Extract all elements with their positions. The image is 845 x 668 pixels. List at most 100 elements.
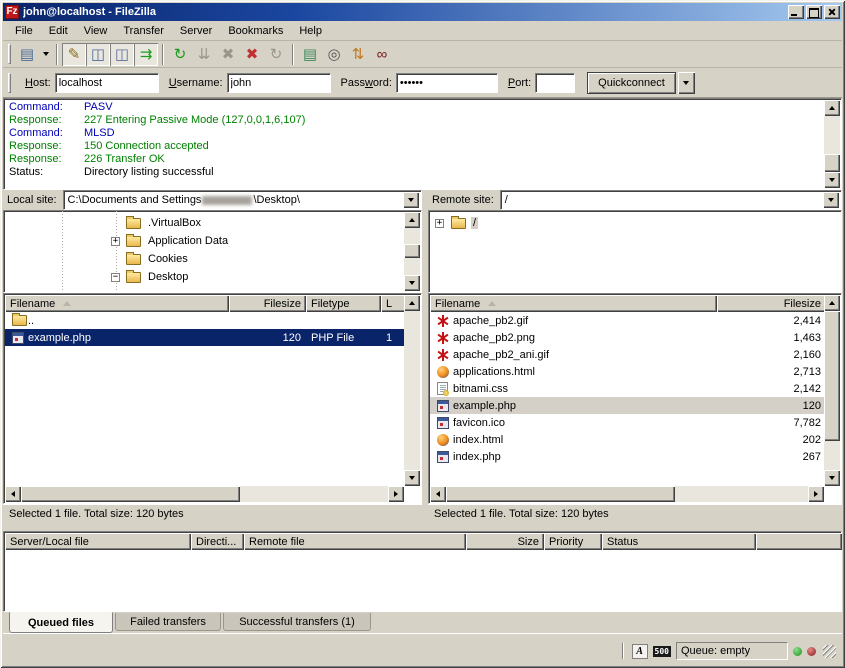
filter-icon[interactable]: ▤ (298, 43, 322, 66)
scroll-down-button[interactable] (824, 172, 840, 188)
tree-item-cookies[interactable]: Cookies (4, 250, 404, 268)
collapse-icon[interactable]: − (111, 273, 120, 282)
quickconnect-button[interactable]: Quickconnect (587, 72, 676, 94)
list-row[interactable]: applications.html 2,713 (430, 363, 826, 380)
data-type-icon[interactable]: A (632, 644, 648, 659)
find-files-icon[interactable]: ∞ (370, 43, 394, 66)
site-manager-icon[interactable]: ▤ (15, 43, 39, 66)
remote-path-combobox[interactable]: / (500, 190, 842, 210)
synchronized-browsing-icon[interactable]: ⇅ (346, 43, 370, 66)
column-header-priority[interactable]: Priority (544, 533, 602, 550)
quickconnect-grip[interactable] (8, 73, 11, 93)
tree-item-application-data[interactable]: + Application Data (4, 232, 404, 250)
remote-list-vertical-scrollbar[interactable] (824, 295, 840, 486)
list-row[interactable]: index.php 267 (430, 448, 826, 465)
tree-item-root[interactable]: + / (429, 214, 841, 232)
password-input[interactable] (396, 73, 498, 93)
list-row[interactable]: apache_pb2_ani.gif 2,160 (430, 346, 826, 363)
remote-list-horizontal-scrollbar[interactable] (430, 486, 824, 502)
disconnect-icon[interactable]: ✖ (240, 43, 264, 66)
list-row[interactable]: favicon.ico 7,782 (430, 414, 826, 431)
maximize-button[interactable] (806, 5, 822, 19)
scroll-up-button[interactable] (824, 100, 840, 116)
menu-item-transfer[interactable]: Transfer (115, 23, 172, 39)
list-row[interactable]: apache_pb2.png 1,463 (430, 329, 826, 346)
host-input[interactable] (55, 73, 159, 93)
list-row-example-php[interactable]: example.php 120 (430, 397, 826, 414)
minimize-button[interactable] (788, 5, 804, 19)
column-header-direction[interactable]: Directi... (191, 533, 244, 550)
site-manager-dropdown[interactable] (39, 43, 52, 66)
column-header-filetype[interactable]: Filetype (306, 295, 381, 312)
expand-icon[interactable]: + (111, 237, 120, 246)
scroll-thumb[interactable] (824, 311, 840, 441)
menu-item-edit[interactable]: Edit (41, 23, 76, 39)
toggle-message-log-icon[interactable]: ✎ (62, 43, 86, 66)
scroll-thumb[interactable] (404, 244, 420, 258)
local-list-vertical-scrollbar[interactable] (404, 295, 420, 486)
menu-item-view[interactable]: View (76, 23, 116, 39)
resize-grip[interactable] (823, 645, 836, 658)
combo-dropdown-button[interactable] (823, 192, 839, 208)
column-header-remote-file[interactable]: Remote file (244, 533, 466, 550)
scroll-down-button[interactable] (824, 470, 840, 486)
column-header-status[interactable]: Status (602, 533, 756, 550)
sort-ascending-icon (488, 297, 496, 306)
tab-successful-transfers[interactable]: Successful transfers (1) (223, 613, 371, 631)
expand-icon[interactable]: + (435, 219, 444, 228)
local-tree-scrollbar[interactable] (404, 212, 420, 291)
column-header-last-modified[interactable]: L (381, 295, 406, 312)
tree-item-desktop[interactable]: − Desktop (4, 268, 404, 286)
scroll-thumb[interactable] (21, 486, 240, 502)
scroll-right-button[interactable] (388, 486, 404, 502)
toggle-remote-tree-icon[interactable]: ◫ (110, 43, 134, 66)
password-label: Password: (341, 77, 392, 89)
php-file-icon (12, 332, 24, 344)
speed-limit-icon[interactable]: 500 (653, 646, 671, 657)
toggle-transfer-queue-icon[interactable]: ⇉ (134, 43, 158, 66)
scroll-right-button[interactable] (808, 486, 824, 502)
scroll-thumb[interactable] (446, 486, 675, 502)
scroll-up-button[interactable] (404, 295, 420, 311)
quickconnect-dropdown[interactable] (678, 72, 695, 94)
column-header-filesize[interactable]: Filesize (717, 295, 826, 312)
column-header-size[interactable]: Size (466, 533, 544, 550)
toggle-local-tree-icon[interactable]: ◫ (86, 43, 110, 66)
port-input[interactable] (535, 73, 575, 93)
directory-comparison-icon[interactable]: ◎ (322, 43, 346, 66)
list-row-parent-directory[interactable]: .. (5, 312, 406, 329)
green-indicator-icon (793, 647, 802, 656)
scroll-down-button[interactable] (404, 470, 420, 486)
log-line: Status:Directory listing successful (4, 166, 841, 179)
tab-failed-transfers[interactable]: Failed transfers (115, 613, 221, 631)
scroll-up-button[interactable] (824, 295, 840, 311)
titlebar[interactable]: Fz john@localhost - FileZilla (3, 3, 842, 21)
column-header-filesize[interactable]: Filesize (229, 295, 306, 312)
column-header-filename[interactable]: Filename (5, 295, 229, 312)
list-row[interactable]: index.html 202 (430, 431, 826, 448)
close-button[interactable] (824, 5, 840, 19)
column-header-filename[interactable]: Filename (430, 295, 717, 312)
menu-item-help[interactable]: Help (291, 23, 330, 39)
username-input[interactable] (227, 73, 331, 93)
list-row-example-php[interactable]: example.php 120 PHP File 1 (5, 329, 406, 346)
refresh-icon[interactable]: ↻ (168, 43, 192, 66)
menu-item-server[interactable]: Server (172, 23, 220, 39)
menu-item-bookmarks[interactable]: Bookmarks (220, 23, 291, 39)
menu-item-file[interactable]: File (7, 23, 41, 39)
column-header-server-local-file[interactable]: Server/Local file (5, 533, 191, 550)
scroll-left-button[interactable] (5, 486, 21, 502)
local-list-horizontal-scrollbar[interactable] (5, 486, 404, 502)
local-path-combobox[interactable]: C:\Documents and Settings\Desktop\ (63, 190, 422, 210)
scroll-left-button[interactable] (430, 486, 446, 502)
scroll-up-button[interactable] (404, 212, 420, 228)
toolbar-grip[interactable] (8, 44, 11, 64)
tree-item-virtualbox[interactable]: .VirtualBox (4, 214, 404, 232)
combo-dropdown-button[interactable] (403, 192, 419, 208)
scroll-thumb[interactable] (824, 154, 840, 172)
log-vertical-scrollbar[interactable] (824, 100, 840, 188)
tab-queued-files[interactable]: Queued files (9, 612, 113, 633)
list-row[interactable]: apache_pb2.gif 2,414 (430, 312, 826, 329)
scroll-down-button[interactable] (404, 275, 420, 291)
list-row[interactable]: bitnami.css 2,142 (430, 380, 826, 397)
